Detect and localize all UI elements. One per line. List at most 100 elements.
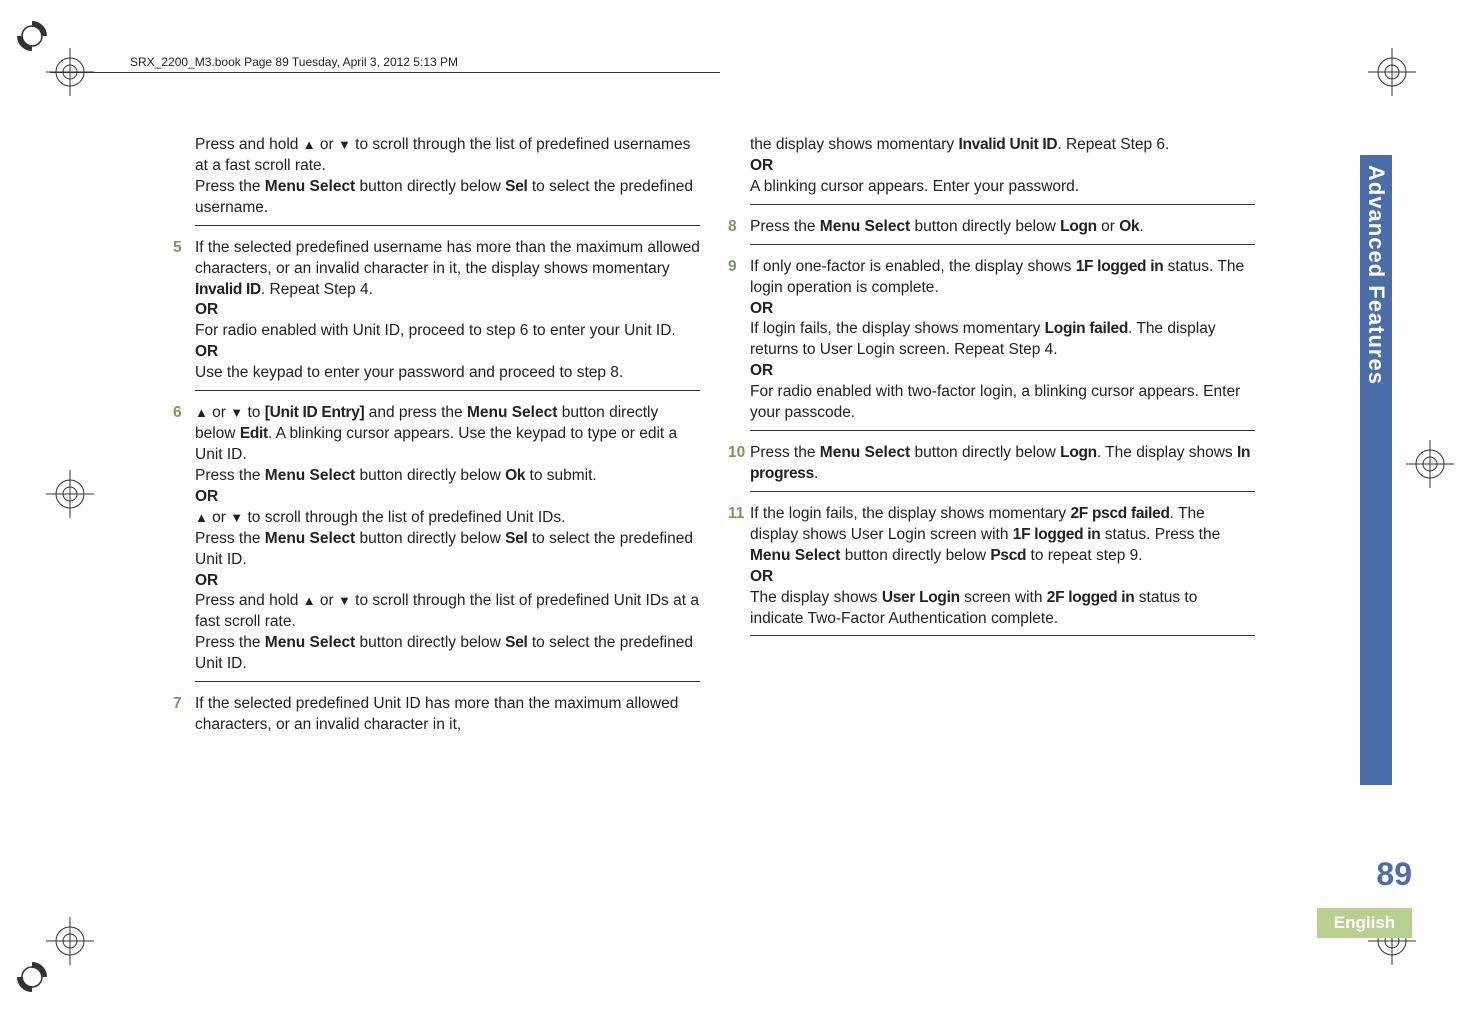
para: Press and hold ▲ or ▼ to scroll through … [195, 135, 700, 226]
text: status. Press the [1100, 526, 1220, 543]
ui-message: 2F pscd failed [1070, 505, 1169, 522]
up-arrow-icon: ▲ [303, 593, 316, 608]
ui-term: Menu Select [265, 178, 355, 195]
ui-softkey: Pscd [990, 547, 1026, 564]
down-arrow-icon: ▼ [338, 137, 351, 152]
text: Press and hold [195, 592, 303, 609]
or-label: OR [195, 343, 218, 360]
para: the display shows momentary Invalid Unit… [750, 135, 1255, 205]
ui-softkey: Sel [505, 530, 527, 547]
text: . [1139, 218, 1143, 235]
text: or [316, 136, 338, 153]
text: If login fails, the display shows moment… [750, 320, 1045, 337]
ui-softkey: Sel [505, 178, 527, 195]
page-header: SRX_2200_M3.book Page 89 Tuesday, April … [130, 55, 458, 69]
step-5: 5 If the selected predefined username ha… [195, 238, 700, 391]
text: The display shows [750, 589, 882, 606]
text: to repeat step 9. [1026, 547, 1142, 564]
text: Press the [195, 530, 265, 547]
divider [750, 244, 1255, 245]
registration-mark-small-icon [8, 12, 56, 60]
text: Press the [750, 444, 820, 461]
ui-term: Menu Select [265, 530, 355, 547]
ui-screen: User Login [882, 589, 960, 606]
text: or [208, 509, 230, 526]
ui-term: Menu Select [820, 444, 910, 461]
divider [195, 681, 700, 682]
text: If the selected predefined username has … [195, 239, 700, 277]
up-arrow-icon: ▲ [195, 510, 208, 525]
or-label: OR [195, 572, 218, 589]
divider [195, 225, 700, 226]
text: or [208, 404, 230, 421]
text: . Repeat Step 6. [1057, 136, 1169, 153]
registration-mark-icon [46, 470, 94, 518]
registration-mark-icon [1368, 48, 1416, 96]
header-rule [50, 72, 720, 73]
ui-term: Menu Select [750, 547, 840, 564]
divider [195, 390, 700, 391]
text: . [814, 465, 818, 482]
ui-term: Menu Select [265, 634, 355, 651]
text: or [316, 592, 338, 609]
text: For radio enabled with two-factor login,… [750, 383, 1240, 421]
ui-message: Invalid ID [195, 281, 261, 298]
step-8: 8 Press the Menu Select button directly … [750, 217, 1255, 245]
page-number: 89 [1342, 856, 1412, 893]
divider [750, 430, 1255, 431]
ui-status: 1F logged in [1013, 526, 1101, 543]
text: . The display shows [1097, 444, 1237, 461]
text: and press the [364, 404, 467, 421]
ui-term: Menu Select [467, 404, 557, 421]
text: . A blinking cursor appears. Use the key… [195, 425, 677, 463]
text: A blinking cursor appears. Enter your pa… [750, 178, 1079, 195]
ui-term: Menu Select [265, 467, 355, 484]
ui-softkey: Sel [505, 634, 527, 651]
or-label: OR [750, 362, 773, 379]
text: For radio enabled with Unit ID, proceed … [195, 322, 676, 339]
or-label: OR [750, 568, 773, 585]
step-7: 7 If the selected predefined Unit ID has… [195, 694, 700, 736]
ui-message: Invalid Unit ID [958, 136, 1057, 153]
step-number: 8 [728, 217, 737, 238]
step-11: 11 If the login fails, the display shows… [750, 504, 1255, 637]
ui-softkey: Edit [240, 425, 268, 442]
ui-softkey: Ok [1119, 218, 1139, 235]
ui-field: [Unit ID Entry] [265, 404, 365, 421]
text: If only one-factor is enabled, the displ… [750, 258, 1076, 275]
text: button directly below [355, 634, 505, 651]
down-arrow-icon: ▼ [230, 405, 243, 420]
down-arrow-icon: ▼ [230, 510, 243, 525]
text: button directly below [910, 444, 1060, 461]
step-number: 7 [173, 694, 182, 715]
or-label: OR [195, 301, 218, 318]
ui-softkey: Ok [505, 467, 525, 484]
text: Press the [195, 467, 265, 484]
language-tab: English [1317, 908, 1412, 938]
or-label: OR [195, 488, 218, 505]
content-area: Press and hold ▲ or ▼ to scroll through … [195, 135, 1255, 748]
up-arrow-icon: ▲ [303, 137, 316, 152]
ui-softkey: Logn [1060, 218, 1097, 235]
ui-status: 2F logged in [1047, 589, 1135, 606]
section-tab: Advanced Features [1360, 155, 1392, 785]
left-column: Press and hold ▲ or ▼ to scroll through … [195, 135, 700, 748]
text: to [243, 404, 265, 421]
step-number: 6 [173, 403, 182, 424]
text: screen with [960, 589, 1047, 606]
or-label: OR [750, 300, 773, 317]
ui-status: 1F logged in [1076, 258, 1164, 275]
up-arrow-icon: ▲ [195, 405, 208, 420]
text: Press the [750, 218, 820, 235]
text: Press the [195, 178, 265, 195]
registration-mark-icon [1406, 440, 1454, 488]
divider [750, 635, 1255, 636]
step-number: 9 [728, 257, 737, 278]
text: Use the keypad to enter your password an… [195, 364, 623, 381]
or-label: OR [750, 157, 773, 174]
text: Press the [195, 634, 265, 651]
step-10: 10 Press the Menu Select button directly… [750, 443, 1255, 492]
text: If the login fails, the display shows mo… [750, 505, 1070, 522]
step-number: 5 [173, 238, 182, 259]
text: to submit. [525, 467, 597, 484]
